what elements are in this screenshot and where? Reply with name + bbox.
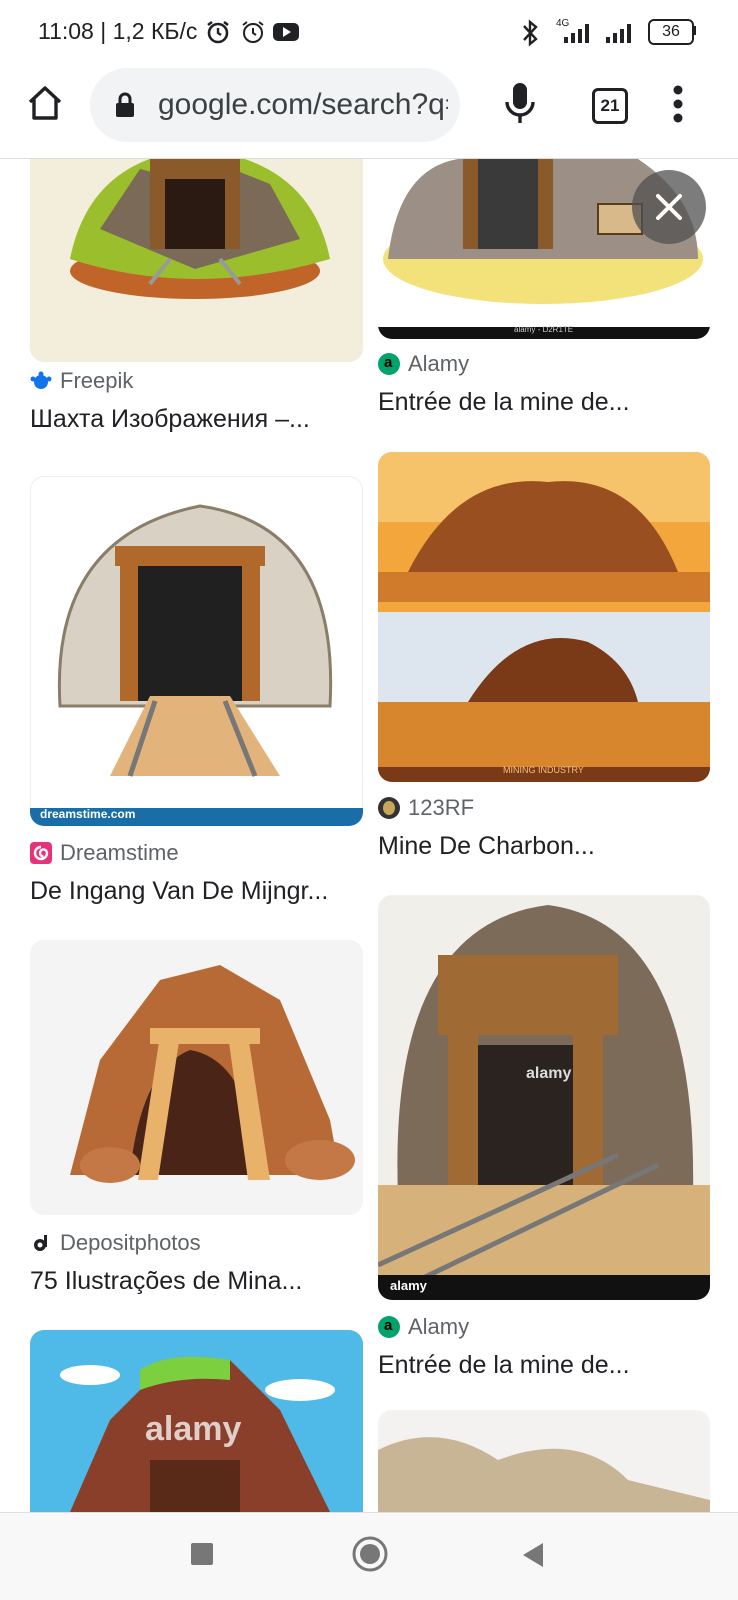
watermark: alamy - D2R1TE [514, 325, 574, 334]
watermark: alamy [526, 1065, 572, 1082]
youtube-icon [273, 23, 299, 41]
result-title[interactable]: Entrée de la mine de... [378, 1351, 630, 1380]
close-button[interactable] [632, 170, 706, 244]
watermark: alamy [145, 1410, 242, 1448]
mine-illustration [70, 965, 355, 1183]
signal-icon [564, 24, 589, 43]
result-image[interactable]: alamy [30, 1330, 363, 1512]
result-image[interactable]: dreamstime.com [30, 476, 363, 826]
result-source[interactable]: Alamy [408, 351, 469, 377]
home-icon[interactable] [24, 82, 66, 124]
battery-indicator: 36 [648, 19, 694, 45]
result-image[interactable] [378, 1410, 710, 1512]
recents-button[interactable] [191, 1543, 213, 1565]
result-image[interactable] [30, 940, 363, 1215]
result-image[interactable]: alamy alamy [378, 895, 710, 1300]
watermark: dreamstime.com [40, 807, 136, 821]
result-source[interactable]: Freepik [60, 368, 133, 394]
alamy-favicon: a [378, 353, 400, 375]
mine-illustration [378, 452, 710, 782]
freepik-favicon [30, 371, 52, 389]
browser-toolbar: google.com/search?q= 21 [0, 62, 738, 159]
watermark: alamy [390, 1278, 427, 1293]
home-nav-button[interactable] [351, 1535, 389, 1573]
back-button[interactable] [520, 1541, 546, 1569]
result-title[interactable]: Шахта Изображения –... [30, 405, 310, 434]
battery-tip [693, 26, 696, 35]
dreamstime-favicon [30, 842, 52, 864]
result-image[interactable]: MINING INDUSTRY [378, 452, 710, 782]
microphone-icon[interactable] [500, 80, 540, 128]
result-title[interactable]: 75 Ilustrações de Mina... [30, 1267, 302, 1296]
tab-switcher-button[interactable]: 21 [592, 88, 628, 124]
bluetooth-icon [523, 19, 538, 47]
status-time: 11:08 | 1,2 КБ/с [38, 18, 198, 44]
mine-illustration [70, 159, 330, 299]
address-bar[interactable]: google.com/search?q= [90, 68, 460, 142]
signal-icon-2 [606, 24, 631, 43]
mine-illustration [30, 504, 363, 826]
watermark: MINING INDUSTRY [503, 765, 584, 775]
result-image[interactable] [30, 159, 363, 362]
result-source[interactable]: Depositphotos [60, 1230, 201, 1256]
result-title[interactable]: Entrée de la mine de... [378, 388, 630, 417]
alamy-favicon: a [378, 1316, 400, 1338]
battery-level: 36 [662, 23, 680, 40]
result-source[interactable]: Alamy [408, 1314, 469, 1340]
url-text[interactable]: google.com/search?q= [158, 88, 448, 122]
123rf-favicon [378, 797, 400, 819]
more-menu-icon[interactable] [672, 84, 684, 124]
result-title[interactable]: Mine De Charbon... [378, 832, 595, 861]
status-bar: 11:08 | 1,2 КБ/с 4G 36 [0, 0, 738, 62]
mine-illustration [378, 1437, 710, 1512]
system-nav-bar [0, 1512, 738, 1600]
depositphotos-favicon [34, 1235, 47, 1251]
result-title[interactable]: De Ingang Van De Mijngr... [30, 877, 328, 906]
tab-count: 21 [600, 96, 620, 115]
alarm-outline-icon [242, 21, 264, 43]
result-source[interactable]: Dreamstime [60, 840, 179, 866]
close-icon[interactable] [654, 192, 684, 222]
result-source[interactable]: 123RF [408, 795, 474, 821]
mine-illustration [378, 905, 710, 1300]
lock-icon[interactable] [114, 92, 136, 118]
alarm-icon [207, 20, 229, 44]
